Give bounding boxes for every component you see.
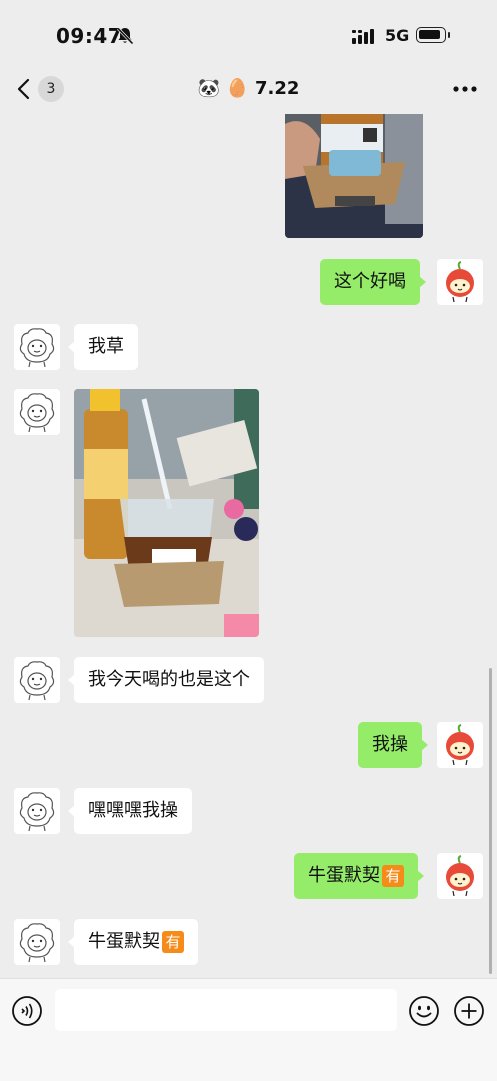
message-bubble-sent[interactable]: 我操 — [358, 722, 428, 768]
contact-avatar[interactable] — [14, 657, 60, 703]
my-avatar[interactable] — [437, 259, 483, 305]
network-type: 5G — [385, 26, 410, 45]
plus-icon[interactable] — [453, 995, 485, 1027]
sheep-sketch-icon — [19, 328, 55, 368]
message-text: 我草 — [88, 336, 124, 357]
apple-character-icon — [446, 855, 474, 897]
message-text: 这个好喝 — [334, 271, 406, 292]
message-bubble-sent[interactable]: 牛蛋默契有 — [294, 853, 424, 899]
sheep-sketch-icon — [19, 393, 55, 433]
emoji-icon[interactable] — [408, 995, 440, 1027]
chat-scrollbar[interactable] — [489, 668, 492, 974]
apple-character-icon — [446, 261, 474, 303]
message-text: 我操 — [372, 734, 408, 755]
message-image-received[interactable] — [74, 389, 259, 637]
my-avatar[interactable] — [437, 722, 483, 768]
contact-avatar[interactable] — [14, 389, 60, 435]
message-text: 嘿嘿嘿我操 — [88, 800, 178, 821]
chat-title: 🐼 🥚 7.22 — [197, 78, 300, 99]
contact-avatar[interactable] — [14, 788, 60, 834]
message-bubble-sent[interactable]: 这个好喝 — [320, 259, 426, 305]
message-text: 牛蛋默契 — [308, 865, 380, 886]
you-emoji-icon: 有 — [162, 931, 184, 953]
message-bubble-received[interactable]: 我草 — [68, 324, 138, 370]
you-emoji-icon: 有 — [382, 865, 404, 887]
message-text: 牛蛋默契 — [88, 931, 160, 952]
message-bubble-received[interactable]: 嘿嘿嘿我操 — [68, 788, 192, 834]
battery-icon — [416, 27, 450, 43]
signal-icon — [352, 29, 374, 44]
contact-avatar[interactable] — [14, 919, 60, 965]
message-text: 我今天喝的也是这个 — [88, 669, 250, 690]
message-image-sent[interactable] — [285, 114, 423, 238]
sheep-sketch-icon — [19, 661, 55, 701]
contact-avatar[interactable] — [14, 324, 60, 370]
my-avatar[interactable] — [437, 853, 483, 899]
sheep-sketch-icon — [19, 792, 55, 832]
message-bubble-received[interactable]: 牛蛋默契有 — [68, 919, 198, 965]
chat-header: 3 🐼 🥚 7.22 — [0, 64, 497, 114]
input-bar — [0, 978, 497, 1081]
drink-photo-image — [285, 114, 423, 238]
message-input[interactable] — [55, 989, 397, 1031]
more-icon[interactable] — [452, 84, 478, 94]
bell-off-icon — [116, 27, 134, 45]
battery-level — [419, 30, 440, 39]
sheep-sketch-icon — [19, 923, 55, 963]
status-time: 09:47 — [56, 24, 123, 48]
apple-character-icon — [446, 724, 474, 766]
status-bar: 09:47 5G — [0, 0, 497, 64]
message-bubble-received[interactable]: 我今天喝的也是这个 — [68, 657, 264, 703]
message-list[interactable]: 这个好喝 我草 我今天喝的也是这个 我操 嘿嘿嘿我操 牛蛋默契 有 牛蛋默契 有 — [0, 114, 497, 978]
drink-photo-image — [74, 389, 259, 637]
voice-icon[interactable] — [11, 995, 43, 1027]
